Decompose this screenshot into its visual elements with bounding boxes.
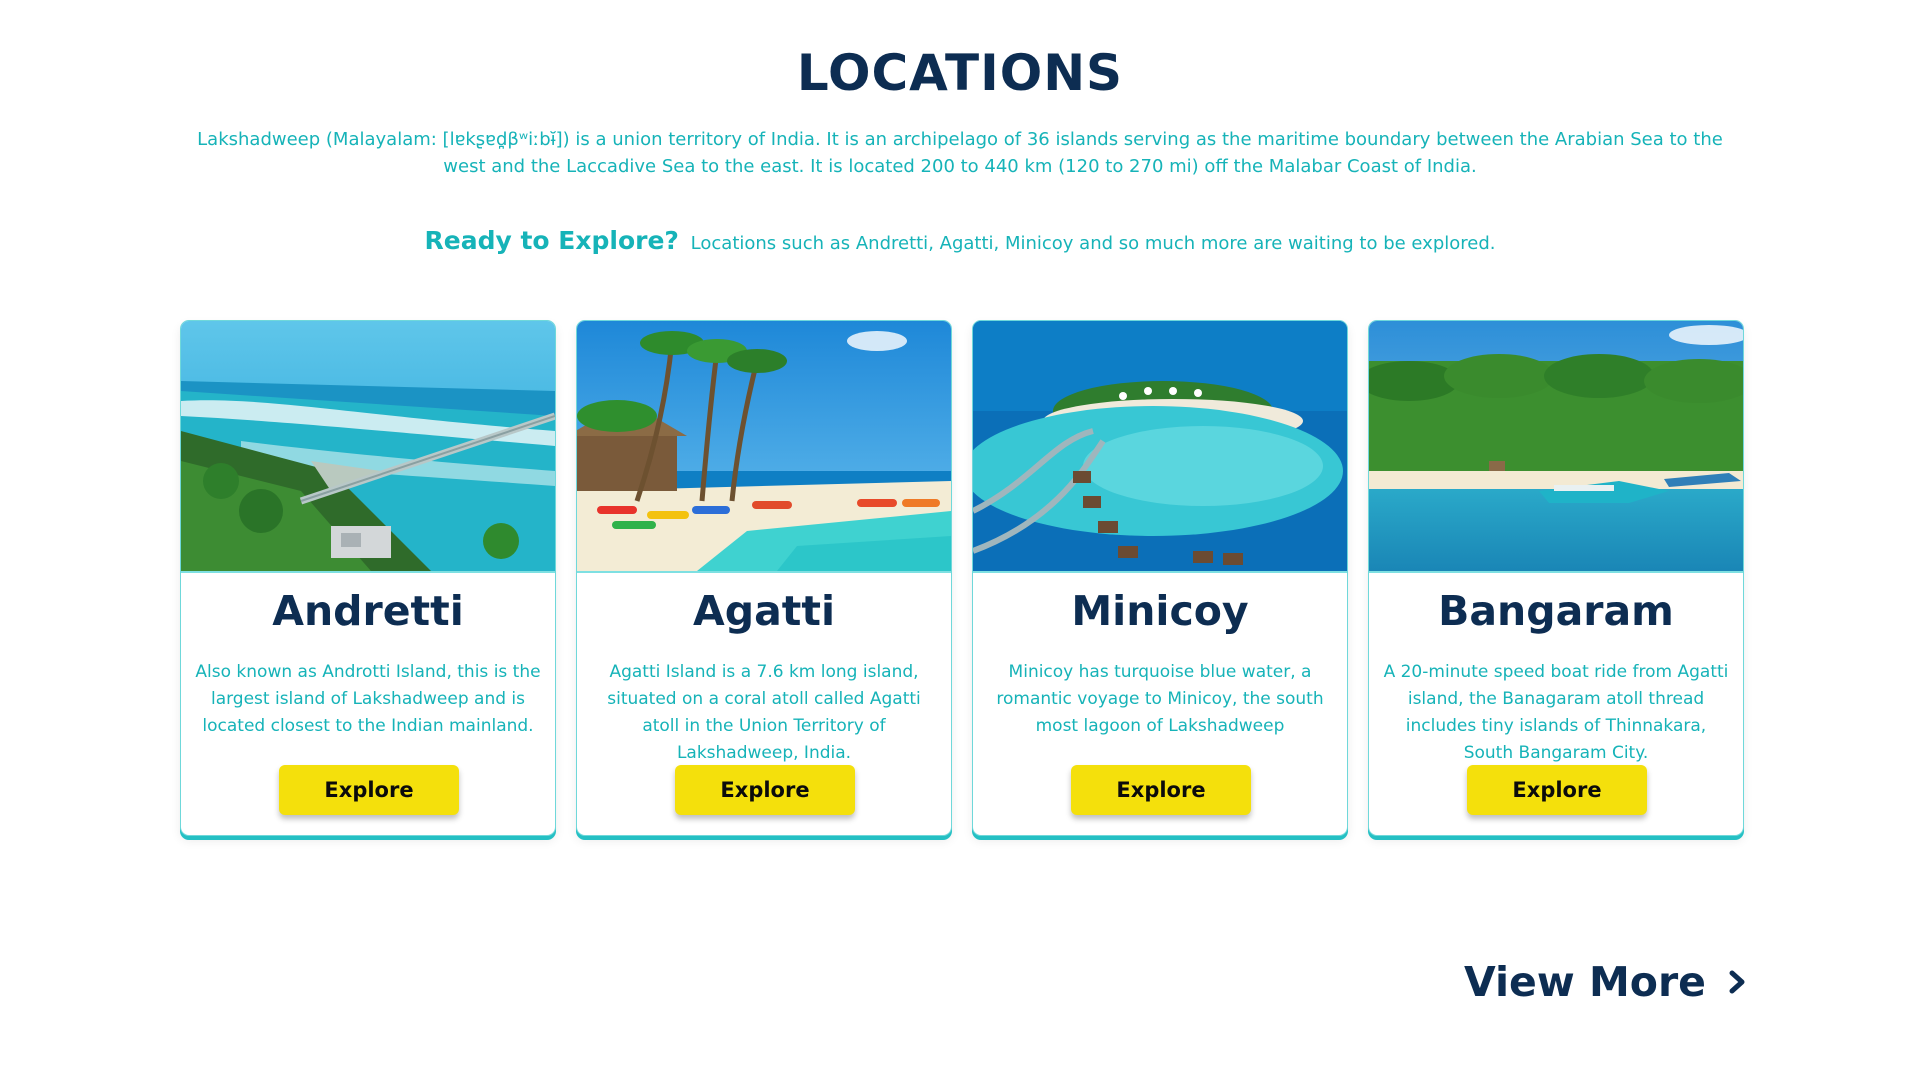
location-image-minicoy [973,321,1347,573]
explore-button-andretti[interactable]: Explore [279,765,459,815]
cta-line: Ready to Explore? Locations such as Andr… [0,226,1920,255]
palm-beach-image [1369,321,1743,571]
location-image-andretti [181,321,555,573]
location-image-agatti [577,321,951,573]
explore-button-minicoy[interactable]: Explore [1071,765,1251,815]
aerial-island-image [181,321,555,571]
card-title: Andretti [272,587,464,635]
location-image-bangaram [1369,321,1743,573]
location-card-andretti: Andretti Also known as Androtti Island, … [180,320,556,836]
card-description: A 20-minute speed boat ride from Agatti … [1383,662,1729,763]
overwater-villas-image [973,321,1347,571]
view-more-label: View More [1463,958,1706,1006]
beach-kayaks-image [577,321,951,571]
card-description: Agatti Island is a 7.6 km long island, s… [607,662,921,763]
locations-page: LOCATIONS Lakshadweep (Malayalam: [lɐkʂɐ… [0,0,1920,1080]
intro-text: Lakshadweep (Malayalam: [lɐkʂɐd̪βʷiːbɨ̆]… [197,129,1723,177]
location-card-minicoy: Minicoy Minicoy has turquoise blue water… [972,320,1348,836]
page-title: LOCATIONS [796,44,1124,102]
cta-heading: Ready to Explore? [424,226,679,255]
cta-text: Locations such as Andretti, Agatti, Mini… [690,233,1496,254]
explore-button-bangaram[interactable]: Explore [1467,765,1647,815]
chevron-right-icon [1729,970,1745,994]
card-description: Also known as Androtti Island, this is t… [195,662,541,736]
location-card-bangaram: Bangaram A 20-minute speed boat ride fro… [1368,320,1744,836]
location-card-agatti: Agatti Agatti Island is a 7.6 km long is… [576,320,952,836]
card-description: Minicoy has turquoise blue water, a roma… [996,662,1324,736]
card-title: Minicoy [1071,587,1249,635]
card-title: Agatti [693,587,835,635]
card-title: Bangaram [1438,587,1674,635]
explore-button-agatti[interactable]: Explore [675,765,855,815]
view-more-link[interactable]: View More [1464,958,1748,1006]
location-cards: Andretti Also known as Androtti Island, … [180,320,1746,840]
